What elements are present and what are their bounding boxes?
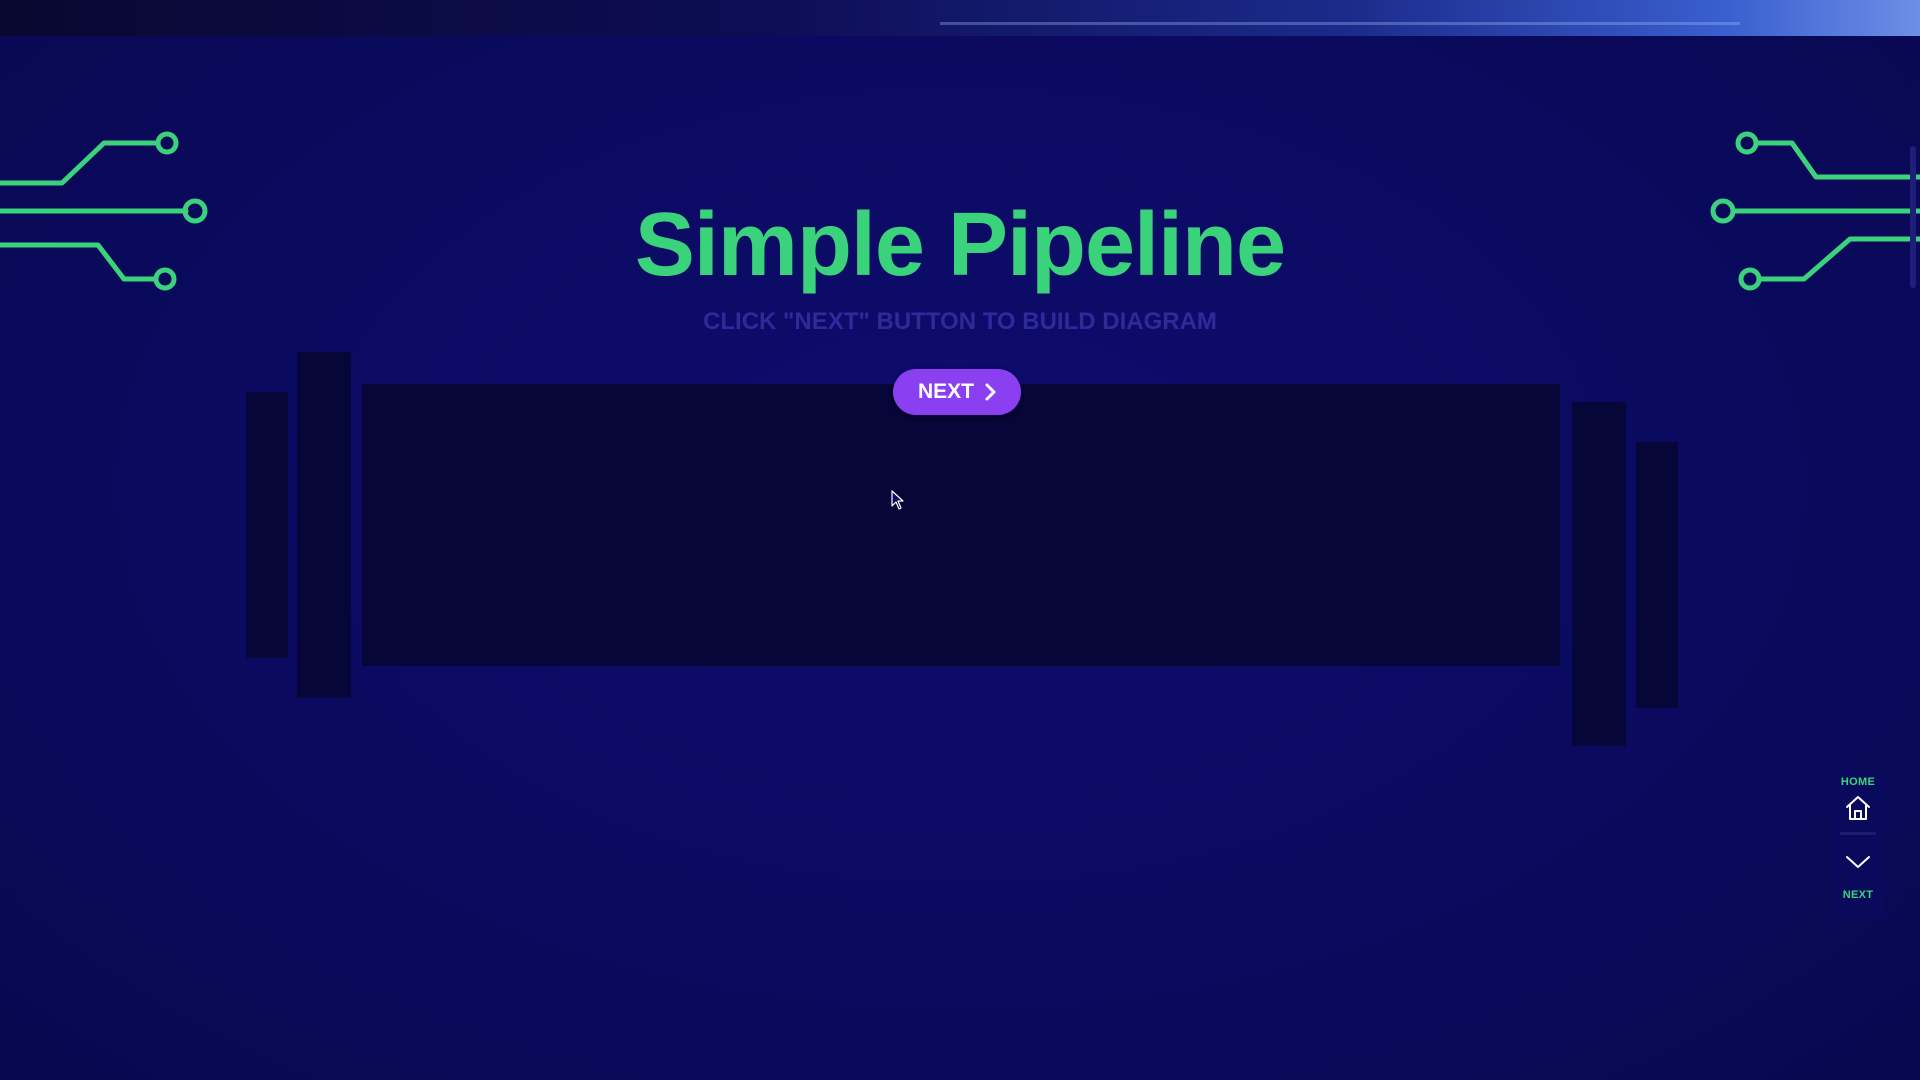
- side-navigation: HOME NEXT: [1832, 772, 1884, 920]
- diagram-canvas: [362, 384, 1560, 666]
- home-label: HOME: [1840, 776, 1876, 788]
- home-icon[interactable]: [1844, 794, 1872, 822]
- side-nav-divider: [1840, 832, 1876, 835]
- diagram-panel-right: [1572, 402, 1626, 746]
- diagram-panel-left: [297, 352, 351, 698]
- page-subtitle: CLICK "NEXT" BUTTON TO BUILD DIAGRAM: [703, 308, 1217, 335]
- page-scrollbar[interactable]: [1910, 146, 1916, 288]
- diagram-panel-far-left: [246, 392, 288, 658]
- next-button[interactable]: NEXT: [893, 369, 1021, 415]
- top-image-strip: [0, 0, 1920, 36]
- mouse-cursor-icon: [891, 490, 904, 510]
- page-title: Simple Pipeline: [634, 195, 1286, 295]
- next-nav-label[interactable]: NEXT: [1843, 889, 1874, 901]
- next-button-label: NEXT: [917, 380, 974, 403]
- chevron-right-icon: [985, 383, 996, 401]
- top-strip-rail: [940, 22, 1740, 25]
- diagram-panel-far-right: [1636, 442, 1678, 708]
- chevron-down-icon[interactable]: [1844, 853, 1872, 871]
- presentation-page: Simple Pipeline CLICK "NEXT" BUTTON TO B…: [0, 0, 1920, 1080]
